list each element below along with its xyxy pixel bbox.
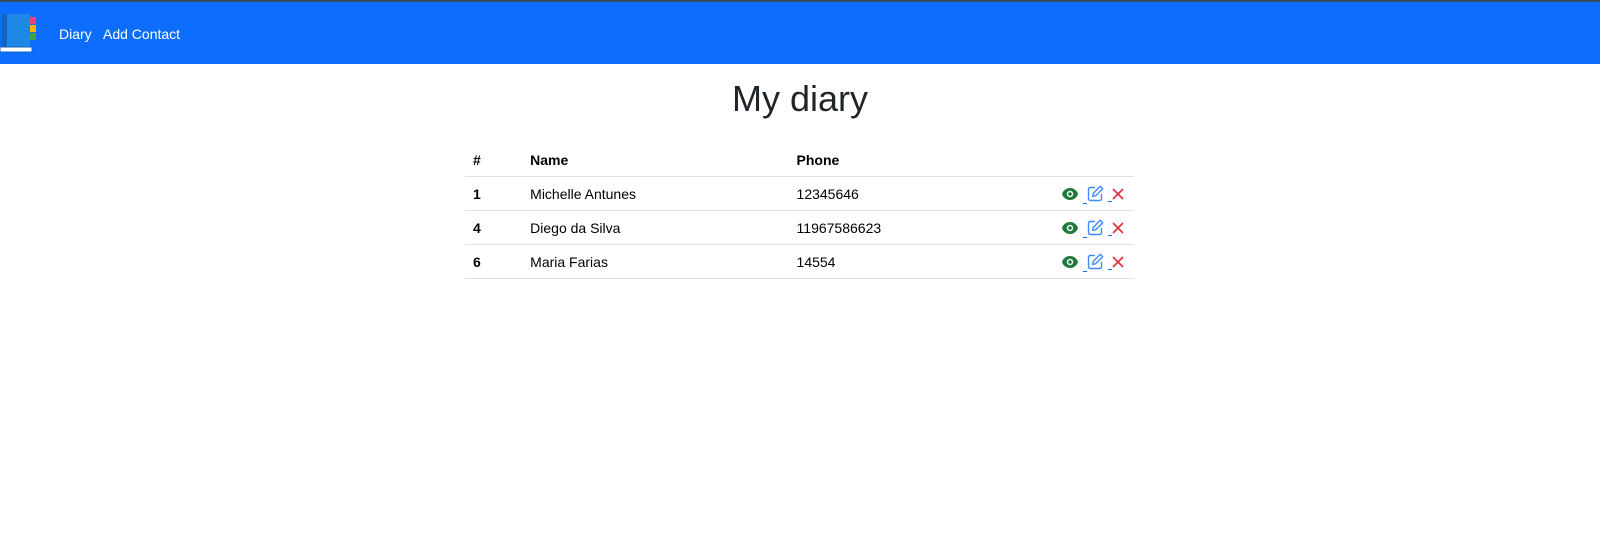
link-underline	[1108, 234, 1112, 236]
contacts-table-container: # Name Phone 1 Michelle Antunes 12345646	[465, 143, 1134, 279]
view-button[interactable]	[1061, 221, 1079, 235]
column-header-name: Name	[514, 143, 789, 177]
contact-id: 1	[465, 176, 515, 211]
eye-icon	[1062, 187, 1079, 200]
row-actions	[1049, 210, 1134, 245]
edit-icon	[1087, 219, 1104, 236]
view-button[interactable]	[1061, 187, 1079, 201]
navbar: Diary Add Contact	[0, 0, 1600, 64]
delete-button[interactable]	[1108, 188, 1124, 202]
edit-button[interactable]	[1083, 185, 1104, 205]
diary-book-icon[interactable]	[0, 14, 38, 54]
edit-icon	[1087, 185, 1104, 202]
link-underline	[1083, 271, 1088, 273]
eye-icon	[1062, 255, 1079, 268]
column-header-phone: Phone	[788, 143, 1050, 177]
table-row: 1 Michelle Antunes 12345646	[465, 176, 1134, 211]
row-actions	[1049, 176, 1134, 211]
page-title: My diary	[731, 78, 869, 119]
eye-icon	[1062, 221, 1079, 234]
close-icon	[1112, 222, 1124, 234]
column-header-actions	[1049, 143, 1134, 177]
edit-button[interactable]	[1083, 219, 1104, 239]
contact-name: Maria Farias	[514, 244, 789, 279]
nav-link-add-contact[interactable]: Add Contact	[103, 26, 180, 42]
link-underline	[1108, 268, 1112, 270]
contact-id: 6	[465, 244, 515, 279]
contact-name: Diego da Silva	[514, 210, 789, 245]
edit-icon	[1087, 253, 1104, 270]
link-underline	[1083, 237, 1088, 239]
contact-id: 4	[465, 210, 515, 245]
contact-name: Michelle Antunes	[514, 176, 789, 211]
close-icon	[1112, 188, 1124, 200]
table-row: 6 Maria Farias 14554	[465, 244, 1134, 279]
contact-phone: 14554	[788, 244, 1050, 279]
table-row: 4 Diego da Silva 11967586623	[465, 210, 1134, 245]
delete-button[interactable]	[1108, 222, 1124, 236]
close-icon	[1112, 256, 1124, 268]
row-actions	[1049, 244, 1134, 279]
table-header-row: # Name Phone	[465, 143, 1134, 177]
contacts-table: # Name Phone 1 Michelle Antunes 12345646	[465, 143, 1134, 279]
nav-link-diary[interactable]: Diary	[59, 26, 92, 42]
link-underline	[1108, 200, 1112, 202]
delete-button[interactable]	[1108, 256, 1124, 270]
edit-button[interactable]	[1083, 253, 1104, 273]
view-button[interactable]	[1061, 255, 1079, 269]
link-underline	[1083, 203, 1088, 205]
contact-phone: 11967586623	[788, 210, 1050, 245]
column-header-number: #	[465, 143, 515, 177]
contact-phone: 12345646	[788, 176, 1050, 211]
